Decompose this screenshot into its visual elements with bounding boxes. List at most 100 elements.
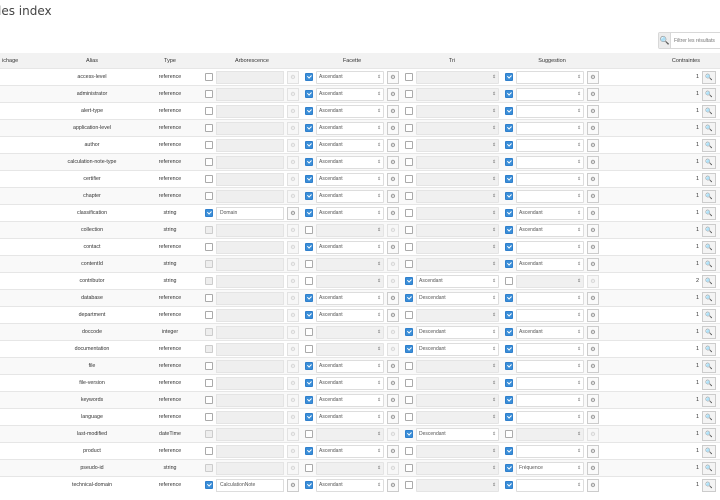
tri-checkbox[interactable] xyxy=(405,226,413,234)
arborescence-checkbox[interactable] xyxy=(205,328,213,336)
suggestion-select[interactable]: ⇳ xyxy=(516,308,584,322)
suggestion-checkbox[interactable] xyxy=(505,141,513,149)
suggestion-checkbox[interactable] xyxy=(505,430,513,438)
facette-gear-icon[interactable]: ⚙ xyxy=(387,274,399,288)
constraints-search-icon[interactable]: 🔍 xyxy=(702,444,716,458)
arborescence-input[interactable] xyxy=(216,223,284,237)
facette-checkbox[interactable] xyxy=(305,413,313,421)
facette-checkbox[interactable] xyxy=(305,260,313,268)
suggestion-checkbox[interactable] xyxy=(505,362,513,370)
suggestion-select[interactable]: ⇳ xyxy=(516,70,584,84)
arborescence-gear-icon[interactable]: ⚙ xyxy=(287,376,299,390)
search-box[interactable]: 🔍 xyxy=(658,32,720,49)
constraints-search-icon[interactable]: 🔍 xyxy=(702,291,716,305)
tri-select[interactable]: Ascendant ⇳ xyxy=(416,274,499,288)
suggestion-gear-icon[interactable]: ⚙ xyxy=(587,478,599,492)
facette-gear-icon[interactable]: ⚙ xyxy=(387,206,399,220)
tri-checkbox[interactable] xyxy=(405,90,413,98)
facette-select[interactable]: Ascendant ⇳ xyxy=(316,308,384,322)
arborescence-input[interactable] xyxy=(216,274,284,288)
constraints-search-icon[interactable]: 🔍 xyxy=(702,172,716,186)
facette-select[interactable]: Ascendant ⇳ xyxy=(316,155,384,169)
facette-gear-icon[interactable]: ⚙ xyxy=(387,376,399,390)
suggestion-select[interactable]: ⇳ xyxy=(516,87,584,101)
arborescence-checkbox[interactable] xyxy=(205,73,213,81)
facette-select[interactable]: ⇳ xyxy=(316,427,384,441)
arborescence-input[interactable] xyxy=(216,240,284,254)
arborescence-input[interactable] xyxy=(216,138,284,152)
arborescence-gear-icon[interactable]: ⚙ xyxy=(287,274,299,288)
facette-select[interactable]: ⇳ xyxy=(316,342,384,356)
suggestion-gear-icon[interactable]: ⚙ xyxy=(587,427,599,441)
col-header-affichage[interactable]: ichage xyxy=(0,53,46,69)
suggestion-select[interactable]: Ascendant ⇳ xyxy=(516,206,584,220)
arborescence-checkbox[interactable] xyxy=(205,260,213,268)
arborescence-checkbox[interactable] xyxy=(205,192,213,200)
suggestion-select[interactable]: ⇳ xyxy=(516,240,584,254)
suggestion-select[interactable]: ⇳ xyxy=(516,274,584,288)
constraints-search-icon[interactable]: 🔍 xyxy=(702,410,716,424)
tri-checkbox[interactable] xyxy=(405,141,413,149)
suggestion-checkbox[interactable] xyxy=(505,175,513,183)
col-header-contraintes[interactable]: Contraintes xyxy=(602,53,720,69)
facette-select[interactable]: Ascendant ⇳ xyxy=(316,393,384,407)
facette-select[interactable]: ⇳ xyxy=(316,461,384,475)
col-header-suggestion[interactable]: Suggestion xyxy=(502,53,602,69)
tri-checkbox[interactable] xyxy=(405,277,413,285)
facette-select[interactable]: Ascendant ⇳ xyxy=(316,121,384,135)
tri-select[interactable]: ⇳ xyxy=(416,87,499,101)
tri-select[interactable]: ⇳ xyxy=(416,240,499,254)
tri-select[interactable]: Descendant ⇳ xyxy=(416,342,499,356)
suggestion-gear-icon[interactable]: ⚙ xyxy=(587,291,599,305)
suggestion-gear-icon[interactable]: ⚙ xyxy=(587,240,599,254)
suggestion-checkbox[interactable] xyxy=(505,209,513,217)
constraints-search-icon[interactable]: 🔍 xyxy=(702,257,716,271)
facette-select[interactable]: ⇳ xyxy=(316,257,384,271)
arborescence-input[interactable] xyxy=(216,342,284,356)
arborescence-gear-icon[interactable]: ⚙ xyxy=(287,189,299,203)
constraints-search-icon[interactable]: 🔍 xyxy=(702,461,716,475)
col-header-arborescence[interactable]: Arborescence xyxy=(202,53,302,69)
tri-checkbox[interactable] xyxy=(405,481,413,489)
facette-select[interactable]: ⇳ xyxy=(316,223,384,237)
facette-checkbox[interactable] xyxy=(305,158,313,166)
suggestion-gear-icon[interactable]: ⚙ xyxy=(587,393,599,407)
arborescence-checkbox[interactable] xyxy=(205,243,213,251)
facette-checkbox[interactable] xyxy=(305,447,313,455)
facette-gear-icon[interactable]: ⚙ xyxy=(387,257,399,271)
facette-checkbox[interactable] xyxy=(305,328,313,336)
suggestion-select[interactable]: ⇳ xyxy=(516,444,584,458)
arborescence-input[interactable] xyxy=(216,359,284,373)
facette-gear-icon[interactable]: ⚙ xyxy=(387,393,399,407)
tri-select[interactable]: ⇳ xyxy=(416,155,499,169)
col-header-tri[interactable]: Tri xyxy=(402,53,502,69)
arborescence-input[interactable]: CalculationNote xyxy=(216,478,284,492)
suggestion-gear-icon[interactable]: ⚙ xyxy=(587,308,599,322)
arborescence-checkbox[interactable] xyxy=(205,124,213,132)
suggestion-select[interactable]: ⇳ xyxy=(516,172,584,186)
facette-select[interactable]: Ascendant ⇳ xyxy=(316,172,384,186)
suggestion-gear-icon[interactable]: ⚙ xyxy=(587,257,599,271)
arborescence-checkbox[interactable] xyxy=(205,464,213,472)
arborescence-gear-icon[interactable]: ⚙ xyxy=(287,104,299,118)
tri-checkbox[interactable] xyxy=(405,73,413,81)
col-header-alias[interactable]: Alias xyxy=(46,53,138,69)
arborescence-gear-icon[interactable]: ⚙ xyxy=(287,393,299,407)
arborescence-checkbox[interactable] xyxy=(205,141,213,149)
suggestion-checkbox[interactable] xyxy=(505,447,513,455)
tri-checkbox[interactable] xyxy=(405,345,413,353)
suggestion-checkbox[interactable] xyxy=(505,294,513,302)
constraints-search-icon[interactable]: 🔍 xyxy=(702,359,716,373)
facette-gear-icon[interactable]: ⚙ xyxy=(387,291,399,305)
facette-checkbox[interactable] xyxy=(305,362,313,370)
search-input[interactable] xyxy=(671,37,720,44)
suggestion-gear-icon[interactable]: ⚙ xyxy=(587,189,599,203)
arborescence-input[interactable] xyxy=(216,257,284,271)
facette-gear-icon[interactable]: ⚙ xyxy=(387,308,399,322)
arborescence-checkbox[interactable] xyxy=(205,396,213,404)
arborescence-checkbox[interactable] xyxy=(205,379,213,387)
arborescence-input[interactable] xyxy=(216,376,284,390)
tri-checkbox[interactable] xyxy=(405,192,413,200)
facette-checkbox[interactable] xyxy=(305,481,313,489)
suggestion-checkbox[interactable] xyxy=(505,481,513,489)
